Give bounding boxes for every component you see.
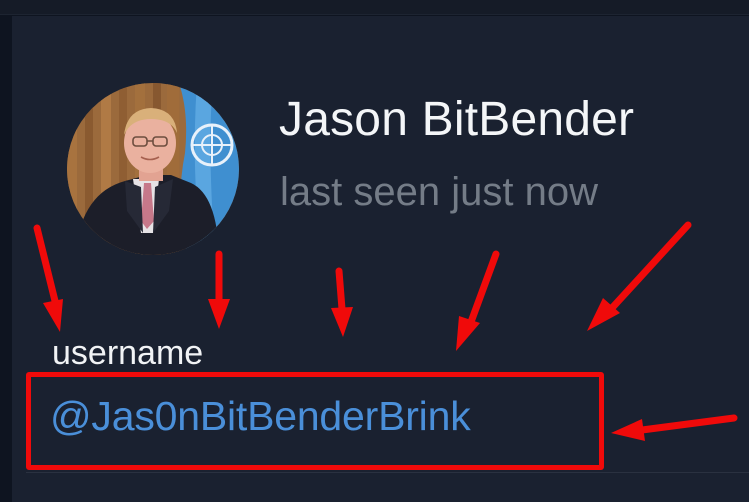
last-seen-status: last seen just now	[280, 170, 598, 214]
avatar[interactable]	[67, 83, 239, 255]
annotation-highlight-box	[26, 372, 604, 470]
username-label: username	[52, 334, 204, 372]
divider	[26, 472, 749, 473]
avatar-photo	[67, 83, 239, 255]
top-bar	[0, 0, 749, 15]
contact-name: Jason BitBender	[279, 93, 635, 146]
